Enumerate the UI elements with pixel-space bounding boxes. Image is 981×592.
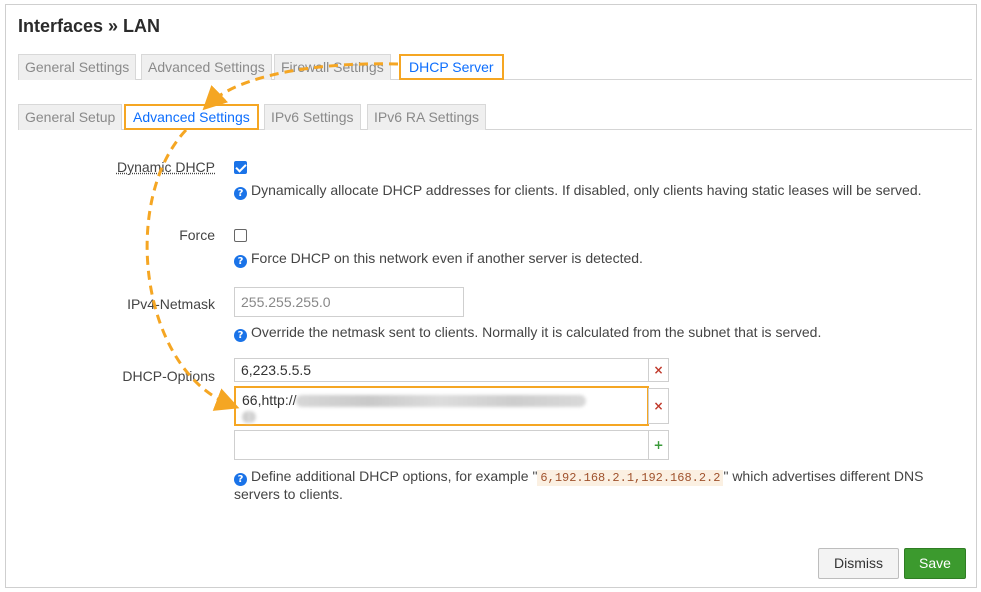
force-help: ? Force DHCP on this network even if anot…: [234, 250, 643, 268]
help-icon: ?: [234, 187, 247, 200]
dynamic-dhcp-checkbox[interactable]: [234, 161, 247, 174]
tab-dhcp-server[interactable]: DHCP Server: [399, 54, 504, 80]
dhcp-option-input-1[interactable]: 6,223.5.5.5: [234, 358, 649, 382]
tab-ipv6-ra-settings[interactable]: IPv6 RA Settings: [367, 104, 487, 130]
netmask-input[interactable]: 255.255.255.0: [234, 287, 464, 317]
dynamic-dhcp-help-text: Dynamically allocate DHCP addresses for …: [251, 182, 922, 198]
dynamic-dhcp-help: ? Dynamically allocate DHCP addresses for…: [234, 182, 922, 200]
help-icon: ?: [234, 255, 247, 268]
dhcp-options-help-prefix: Define additional DHCP options, for exam…: [251, 468, 538, 484]
netmask-label: IPv4-Netmask: [127, 296, 215, 312]
tab-general-settings[interactable]: General Settings: [18, 54, 137, 80]
tab-advanced-settings-sub[interactable]: Advanced Settings: [124, 104, 259, 130]
help-icon: ?: [234, 473, 247, 486]
dhcp-option-value-2: 66,http://: [242, 392, 297, 408]
force-label: Force: [179, 227, 215, 243]
blurred-url-end: [242, 411, 256, 424]
dynamic-dhcp-label-text: Dynamic DHCP: [116, 159, 215, 175]
remove-option-button-2[interactable]: ×: [648, 388, 669, 424]
blurred-url: [296, 395, 587, 408]
force-checkbox[interactable]: [234, 229, 247, 242]
sub-tab-bar: General Setup Advanced Settings IPv6 Set…: [18, 104, 972, 130]
netmask-help-text: Override the netmask sent to clients. No…: [251, 324, 822, 340]
dhcp-option-input-2[interactable]: 66,http://: [234, 386, 649, 426]
dhcp-option-new-input[interactable]: [234, 430, 649, 460]
main-tab-bar: General Settings Advanced Settings Firew…: [18, 54, 972, 80]
dhcp-options-help: ? Define additional DHCP options, for exa…: [234, 468, 954, 502]
tab-general-setup[interactable]: General Setup: [18, 104, 123, 130]
page-title: Interfaces » LAN: [18, 16, 161, 36]
dhcp-options-label: DHCP-Options: [122, 368, 215, 384]
force-help-text: Force DHCP on this network even if anoth…: [251, 250, 643, 266]
help-icon: ?: [234, 329, 247, 342]
tab-firewall-settings[interactable]: Firewall Settings: [274, 54, 391, 80]
add-option-button[interactable]: +: [648, 430, 669, 460]
tab-advanced-settings[interactable]: Advanced Settings: [141, 54, 272, 80]
dismiss-button[interactable]: Dismiss: [818, 548, 899, 579]
dhcp-options-example-code: 6,192.168.2.1,192.168.2.2: [537, 470, 724, 486]
netmask-help: ? Override the netmask sent to clients. N…: [234, 324, 821, 342]
tab-ipv6-settings[interactable]: IPv6 Settings: [264, 104, 361, 130]
save-button[interactable]: Save: [904, 548, 966, 579]
dynamic-dhcp-label: Dynamic DHCP: [90, 159, 215, 175]
remove-option-button-1[interactable]: ×: [648, 358, 669, 382]
